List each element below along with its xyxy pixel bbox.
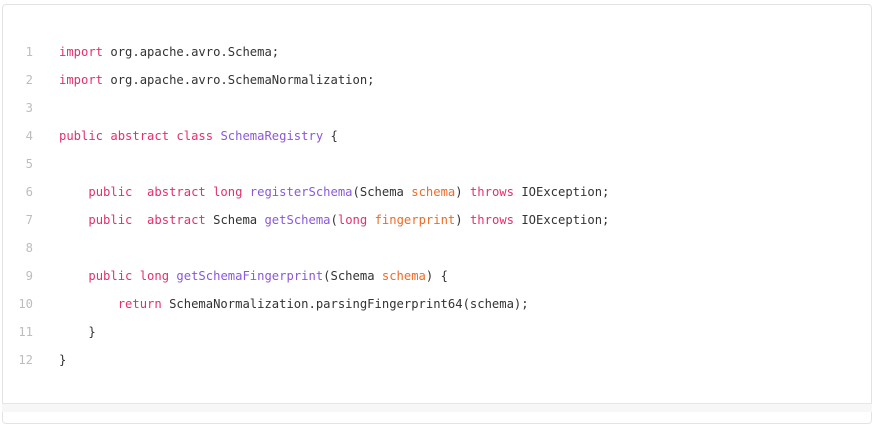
line-number: 8: [25, 241, 33, 255]
code-token-fn: SchemaRegistry: [220, 129, 324, 143]
code-line: 12}: [3, 346, 871, 374]
code-token-plain: IOException;: [514, 213, 610, 227]
line-number: 2: [25, 73, 33, 87]
code-line: 2 import org.apache.avro.SchemaNormalizat…: [3, 66, 871, 94]
code-token-kw: public long: [88, 269, 170, 283]
line-source: import org.apache.avro.SchemaNormalizati…: [59, 66, 375, 94]
line-source: return SchemaNormalization.parsingFinger…: [59, 290, 529, 318]
code-token-plain: (Schema: [323, 269, 382, 283]
line-number: 9: [25, 269, 33, 283]
code-token-plain: ) {: [425, 269, 448, 283]
line-number: 12: [18, 353, 33, 367]
code-line: 8: [3, 234, 871, 262]
code-token-plain: Schema: [205, 213, 265, 227]
line-number: 6: [25, 185, 33, 199]
line-number: 3: [25, 101, 33, 115]
code-token-plain: ): [455, 213, 470, 227]
code-line: 6 public abstract long registerSchema(Sc…: [3, 178, 871, 206]
code-token-kw: throws: [469, 213, 514, 227]
code-line: 10 return SchemaNormalization.parsingFin…: [3, 290, 871, 318]
code-token-plain: ): [455, 185, 470, 199]
code-line: 9 public long getSchemaFingerprint(Schem…: [3, 262, 871, 290]
line-source: public abstract class SchemaRegistry {: [59, 122, 338, 150]
code-line: 1 import org.apache.avro.Schema;: [3, 38, 871, 66]
code-token-plain: }: [59, 353, 67, 367]
code-line: 3: [3, 94, 871, 122]
code-token-plain: IOException;: [513, 185, 610, 199]
code-token-kw: public abstract: [88, 213, 206, 227]
code-token-kw: long: [337, 213, 368, 227]
code-token-var: schema: [411, 185, 456, 199]
code-token-plain: (Schema: [352, 185, 412, 199]
code-token-kw: throws: [469, 185, 514, 199]
line-number: 11: [18, 325, 33, 339]
line-number: 5: [25, 157, 33, 171]
code-token-plain: }: [59, 325, 96, 339]
code-line: 5: [3, 150, 871, 178]
code-block: 1 import org.apache.avro.Schema; 2 import o…: [2, 4, 872, 424]
line-number: 4: [25, 129, 33, 143]
code-token-fn: getSchema: [264, 213, 331, 227]
line-source: }: [59, 346, 66, 374]
line-number: 10: [18, 297, 33, 311]
line-number: 7: [25, 213, 33, 227]
code-token-kw: public abstract class: [59, 129, 214, 143]
line-source: import org.apache.avro.Schema;: [59, 38, 279, 66]
code-line: 4 public abstract class SchemaRegistry {: [3, 122, 871, 150]
code-token-fn: registerSchema: [249, 185, 353, 199]
code-token-var: schema: [381, 269, 426, 283]
line-source: }: [59, 318, 96, 346]
code-token-kw: import: [59, 45, 104, 59]
code-line: 7 public abstract Schema getSchema(long …: [3, 206, 871, 234]
code-token-kw: return: [117, 297, 162, 311]
code-listing: 1 import org.apache.avro.Schema; 2 import o…: [3, 38, 871, 374]
code-line: 11 }: [3, 318, 871, 346]
code-token-fn: getSchemaFingerprint: [176, 269, 324, 283]
code-token-plain: org.apache.avro.Schema;: [103, 45, 280, 59]
line-source: public long getSchemaFingerprint(Schema …: [59, 262, 448, 290]
line-source: public abstract Schema getSchema(long fi…: [59, 206, 609, 234]
line-number: 1: [25, 45, 33, 59]
line-source: public abstract long registerSchema(Sche…: [59, 178, 609, 206]
code-token-plain: SchemaNormalization.parsingFingerprint64…: [161, 297, 529, 311]
code-token-var: fingerprint: [374, 213, 456, 227]
code-token-kw: import: [59, 73, 104, 87]
code-token-plain: (: [330, 213, 338, 227]
code-token-kw: public abstract long: [88, 185, 243, 199]
code-token-plain: org.apache.avro.SchemaNormalization;: [103, 73, 375, 87]
code-token-plain: {: [323, 129, 338, 143]
